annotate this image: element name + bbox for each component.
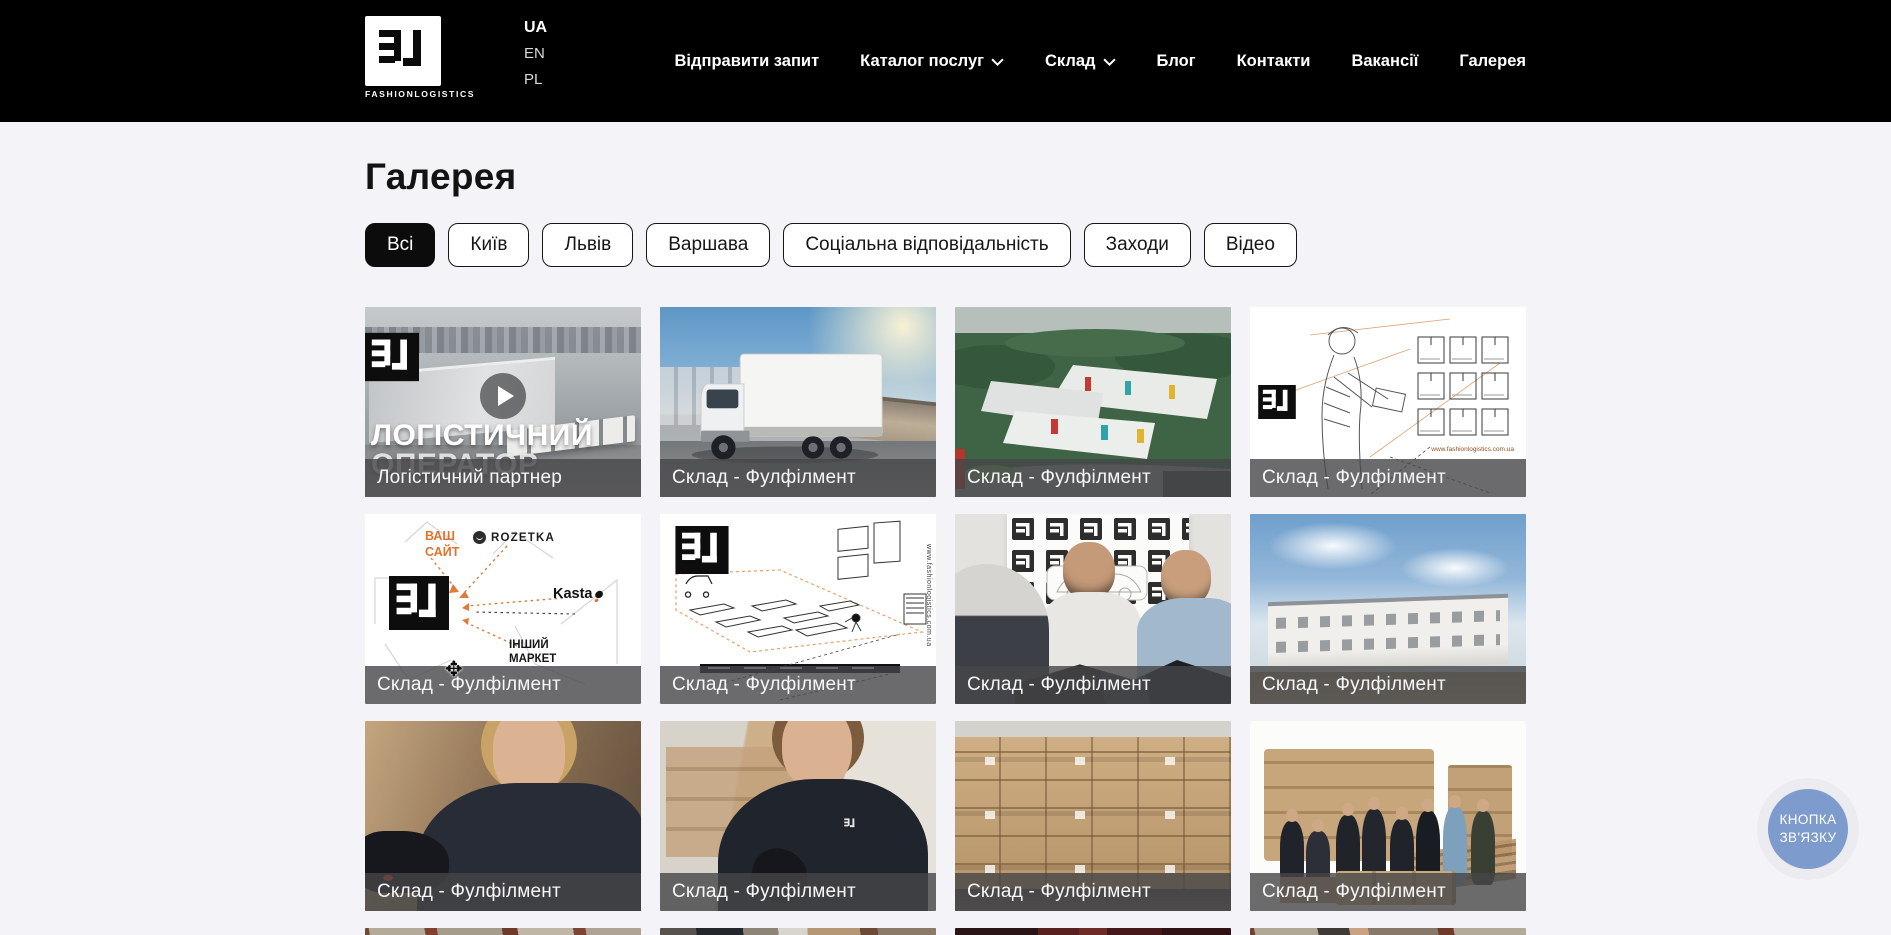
play-icon[interactable] bbox=[480, 373, 526, 419]
gallery-item[interactable] bbox=[365, 928, 641, 935]
tile-caption: Логістичний партнер bbox=[365, 459, 641, 497]
tile-caption: Склад - Фулфілмент bbox=[955, 459, 1231, 497]
gallery-item[interactable]: Склад - Фулфілмент bbox=[955, 721, 1231, 911]
other-market-label: ІНШИЙ МАРКЕТ bbox=[509, 638, 585, 667]
gallery-item[interactable]: www.fashionlogistics.com.ua Склад - Фулф… bbox=[660, 514, 936, 704]
gallery-grid: ЛОГІСТИЧНИЙ ОПЕРАТОР Логістичний партнер bbox=[365, 307, 1526, 935]
logo[interactable]: FASHIONLOGISTICS bbox=[365, 16, 475, 99]
filter-social-responsibility[interactable]: Соціальна відповідальність bbox=[783, 223, 1070, 267]
site-url-label: www.fashionlogistics.com.ua bbox=[1431, 446, 1514, 453]
nav-gallery[interactable]: Галерея bbox=[1459, 52, 1526, 71]
site-header: FASHIONLOGISTICS UA EN PL Відправити зап… bbox=[0, 0, 1891, 122]
tile-caption: Склад - Фулфілмент bbox=[365, 666, 641, 704]
tile-caption: Склад - Фулфілмент bbox=[1250, 873, 1526, 911]
logo-mark-icon bbox=[1258, 385, 1296, 419]
gallery-item[interactable]: Склад - Фулфілмент bbox=[660, 721, 936, 911]
gallery-item[interactable]: www.fashionlogistics.com.ua Склад - Фулф… bbox=[1250, 307, 1526, 497]
gallery-item[interactable]: Склад - Фулфілмент bbox=[365, 721, 641, 911]
nav-warehouse[interactable]: Склад bbox=[1045, 52, 1116, 71]
chevron-down-icon bbox=[1103, 58, 1116, 67]
filter-lviv[interactable]: Львів bbox=[542, 223, 633, 267]
filter-video[interactable]: Відео bbox=[1204, 223, 1297, 267]
kasta-label: Kasta bbox=[553, 586, 603, 602]
tile-caption: Склад - Фулфілмент bbox=[660, 459, 936, 497]
language-switcher: UA EN PL bbox=[524, 18, 547, 89]
gallery-item[interactable]: Склад - Фулфілмент bbox=[1250, 514, 1526, 704]
tile-caption: Склад - Фулфілмент bbox=[1250, 666, 1526, 704]
logo-mark-icon bbox=[387, 576, 451, 630]
nav-send-request[interactable]: Відправити запит bbox=[675, 52, 820, 71]
filter-kyiv[interactable]: Київ bbox=[448, 223, 529, 267]
gallery-page: Галерея Всі Київ Львів Варшава Соціальна… bbox=[365, 156, 1526, 935]
nav-contacts[interactable]: Контакти bbox=[1237, 52, 1311, 71]
logo-mark-icon bbox=[674, 526, 730, 574]
nav-blog[interactable]: Блог bbox=[1157, 52, 1196, 71]
gallery-item[interactable]: Склад - Фулфілмент bbox=[955, 514, 1231, 704]
chevron-down-icon bbox=[991, 58, 1004, 67]
logo-mark-icon bbox=[365, 331, 419, 383]
contact-floating-button-label: КНОПКА ЗВ'ЯЗКУ bbox=[1768, 789, 1848, 869]
gallery-item[interactable] bbox=[660, 928, 936, 935]
lang-en[interactable]: EN bbox=[524, 44, 547, 63]
gallery-item[interactable]: Склад - Фулфілмент bbox=[1250, 721, 1526, 911]
tile-caption: Склад - Фулфілмент bbox=[1250, 459, 1526, 497]
contact-floating-button[interactable]: КНОПКА ЗВ'ЯЗКУ bbox=[1757, 778, 1859, 880]
move-cursor-icon: ✥ bbox=[445, 657, 463, 682]
gallery-item[interactable]: Склад - Фулфілмент bbox=[660, 307, 936, 497]
gallery-item[interactable] bbox=[955, 928, 1231, 935]
site-url-label: www.fashionlogistics.com.ua bbox=[925, 544, 932, 647]
main-nav: Відправити запит Каталог послуг Склад Бл… bbox=[675, 0, 1526, 122]
tile-caption: Склад - Фулфілмент bbox=[365, 873, 641, 911]
nav-services-catalog[interactable]: Каталог послуг bbox=[860, 52, 1004, 71]
gallery-item[interactable]: Склад - Фулфілмент bbox=[955, 307, 1231, 497]
filter-all[interactable]: Всі bbox=[365, 223, 435, 267]
filter-warsaw[interactable]: Варшава bbox=[646, 223, 770, 267]
nav-vacancies[interactable]: Вакансії bbox=[1351, 52, 1418, 71]
tile-caption: Склад - Фулфілмент bbox=[955, 666, 1231, 704]
page-title: Галерея bbox=[365, 156, 1526, 198]
tile-caption: Склад - Фулфілмент bbox=[955, 873, 1231, 911]
rozetka-icon bbox=[473, 531, 486, 544]
gallery-item[interactable] bbox=[1250, 928, 1526, 935]
gallery-filters: Всі Київ Львів Варшава Соціальна відпові… bbox=[365, 223, 1526, 267]
logo-mark-icon bbox=[365, 16, 441, 86]
lang-pl[interactable]: PL bbox=[524, 70, 547, 89]
gallery-item-video[interactable]: ЛОГІСТИЧНИЙ ОПЕРАТОР Логістичний партнер bbox=[365, 307, 641, 497]
tile-caption: Склад - Фулфілмент bbox=[660, 666, 936, 704]
logo-mark-icon bbox=[842, 817, 858, 830]
filter-events[interactable]: Заходи bbox=[1084, 223, 1191, 267]
gallery-item[interactable]: ВАШ САЙТ ROZETKA Kasta ІНШИЙ МАРКЕТ ✥ Ск… bbox=[365, 514, 641, 704]
logo-text: FASHIONLOGISTICS bbox=[365, 89, 475, 99]
tile-caption: Склад - Фулфілмент bbox=[660, 873, 936, 911]
lang-ua[interactable]: UA bbox=[524, 18, 547, 37]
rozetka-label: ROZETKA bbox=[473, 531, 555, 544]
